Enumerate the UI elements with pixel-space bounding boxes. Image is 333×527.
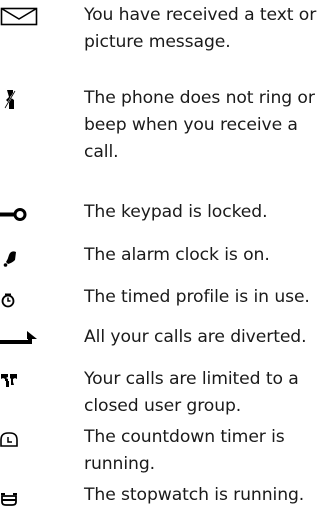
stopwatch-icon (0, 485, 40, 509)
item-text: Your calls are limited to a closed user … (84, 369, 299, 416)
item-text: The timed profile is in use. (84, 287, 310, 307)
countdown-timer-icon (0, 427, 40, 451)
envelope-icon (0, 5, 40, 29)
item-text: The countdown timer is running. (84, 427, 285, 474)
clock-icon (0, 287, 40, 311)
item-text: The keypad is locked. (84, 202, 268, 222)
item-text: The alarm clock is on. (84, 245, 270, 265)
item-text: All your calls are diverted. (84, 327, 307, 347)
item-text: The phone does not ring or beep when you… (84, 88, 315, 162)
item-text: You have received a text or picture mess… (84, 5, 317, 52)
key-icon (0, 202, 40, 226)
divert-arrow-icon (0, 327, 40, 351)
user-group-icon (0, 369, 40, 393)
silent-ringer-icon (0, 88, 40, 112)
alarm-bell-icon (0, 245, 40, 269)
item-text: The stopwatch is running. (84, 485, 305, 505)
